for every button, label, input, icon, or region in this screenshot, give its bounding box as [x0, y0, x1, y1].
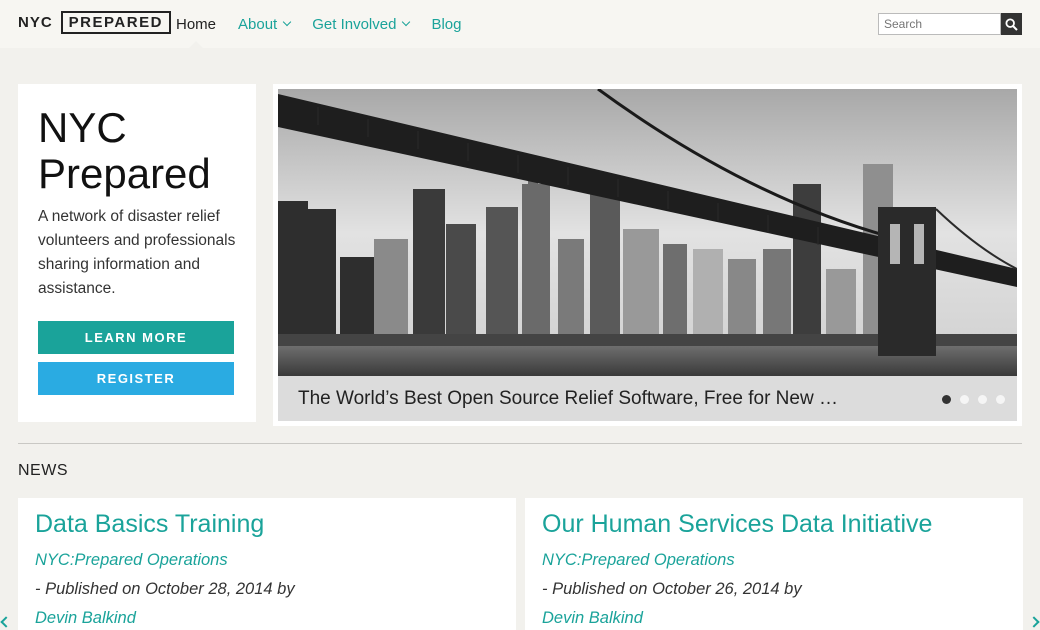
intro-title-line2: Prepared: [38, 150, 211, 197]
nav-blog[interactable]: Blog: [431, 0, 461, 48]
search-input[interactable]: [878, 13, 1001, 35]
news-card-author[interactable]: Devin Balkind: [542, 609, 1006, 628]
nav-home-label: Home: [176, 15, 217, 33]
intro-card: NYC Prepared A network of disaster relie…: [18, 84, 256, 422]
news-card-category[interactable]: NYC:Prepared Operations: [35, 551, 499, 570]
news-card-author[interactable]: Devin Balkind: [35, 609, 499, 628]
slide-caption-text: The World’s Best Open Source Relief Soft…: [298, 387, 838, 409]
news-card-meta: - Published on October 26, 2014 by: [542, 580, 802, 598]
hero-slider: The World’s Best Open Source Relief Soft…: [273, 84, 1022, 426]
logo-nyc-text: NYC: [18, 14, 53, 31]
slider-dot-4[interactable]: [996, 395, 1005, 404]
active-pointer: [189, 41, 203, 48]
learn-more-button[interactable]: LEARN MORE: [38, 321, 234, 354]
slider-dot-3[interactable]: [978, 395, 987, 404]
chevron-down-icon: [402, 17, 411, 27]
nav-about-label: About: [238, 15, 278, 33]
logo-prepared-text: PREPARED: [60, 11, 171, 34]
nav-get-involved-label: Get Involved: [312, 15, 397, 33]
slider-dot-1[interactable]: [942, 395, 951, 404]
bridge-skyline-image: [278, 89, 1017, 376]
intro-title: NYC Prepared: [38, 105, 236, 197]
nav-blog-label: Blog: [431, 15, 462, 33]
nav-get-involved[interactable]: Get Involved: [312, 0, 411, 48]
slider-dot-2[interactable]: [960, 395, 969, 404]
nav-about[interactable]: About: [238, 0, 292, 48]
nav-home[interactable]: Home: [176, 0, 216, 48]
search-button[interactable]: [1001, 13, 1022, 35]
chevron-left-icon[interactable]: [0, 616, 12, 628]
site-logo[interactable]: NYC PREPARED: [18, 11, 171, 34]
section-divider: [18, 443, 1022, 444]
slider-dots: [933, 395, 1005, 404]
news-card-meta: - Published on October 28, 2014 by: [35, 580, 295, 598]
news-heading: NEWS: [18, 462, 68, 479]
search-icon: [1005, 17, 1018, 31]
chevron-right-icon[interactable]: [1028, 616, 1040, 628]
news-card-1: Data Basics Training NYC:Prepared Operat…: [18, 498, 516, 630]
register-button[interactable]: REGISTER: [38, 362, 234, 395]
site-header: NYC PREPARED Home About Get Involved Blo…: [0, 0, 1040, 48]
news-card-title[interactable]: Our Human Services Data Initiative: [542, 510, 1006, 539]
search-box: [878, 13, 1022, 35]
slide-image-bridge[interactable]: [278, 89, 1017, 376]
news-card-category[interactable]: NYC:Prepared Operations: [542, 551, 1006, 570]
news-card-2: Our Human Services Data Initiative NYC:P…: [525, 498, 1023, 630]
chevron-down-icon: [282, 17, 292, 27]
intro-description: A network of disaster relief volunteers …: [38, 208, 236, 297]
slide-caption[interactable]: The World’s Best Open Source Relief Soft…: [278, 376, 1017, 421]
main-nav: Home About Get Involved Blog: [176, 0, 483, 48]
intro-title-line1: NYC: [38, 104, 127, 151]
news-card-title[interactable]: Data Basics Training: [35, 510, 499, 539]
